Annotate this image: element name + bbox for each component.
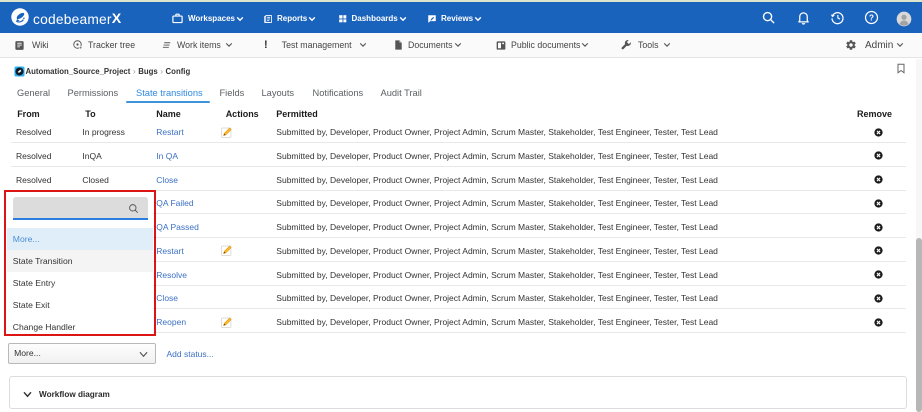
svg-text:?: ? — [869, 13, 874, 22]
